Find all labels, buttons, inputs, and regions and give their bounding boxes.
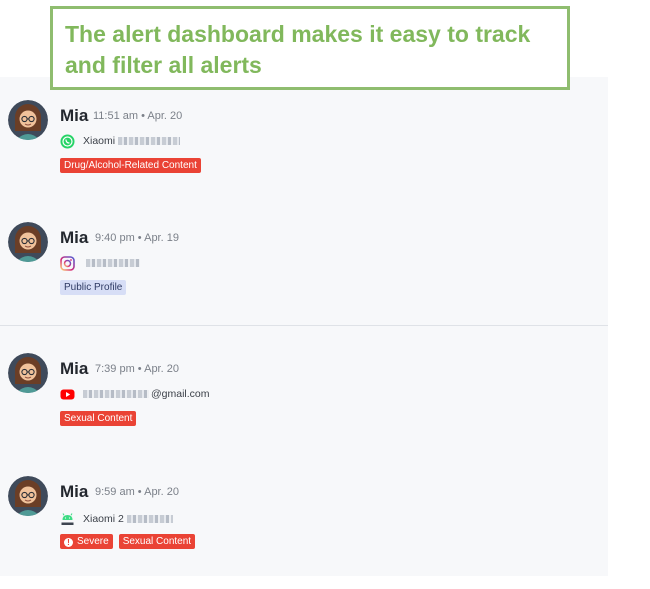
avatar	[8, 222, 48, 262]
tag-list: Drug/Alcohol-Related Content	[60, 158, 201, 173]
alert-timestamp: 7:39 pm • Apr. 20	[95, 363, 179, 375]
profile-tag[interactable]: Public Profile	[60, 280, 127, 295]
source-text: Xiaomi 2	[83, 513, 124, 525]
alert-source: Xiaomi	[60, 133, 181, 149]
user-name: Mia	[60, 482, 89, 501]
callout-box: The alert dashboard makes it easy to tra…	[50, 6, 570, 90]
source-text: @gmail.com	[151, 388, 210, 400]
user-name: Mia	[60, 359, 89, 378]
avatar	[8, 100, 48, 140]
user-name: Mia	[60, 228, 89, 247]
category-tag[interactable]: Sexual Content	[118, 534, 196, 549]
redacted-text	[86, 259, 140, 267]
avatar	[8, 353, 48, 393]
category-tag[interactable]: Sexual Content	[60, 411, 137, 426]
alert-source: Xiaomi 2	[60, 511, 173, 527]
alert-timestamp: 9:40 pm • Apr. 19	[95, 232, 179, 244]
android-icon	[60, 512, 75, 527]
alert-item[interactable]: Mia 9:59 am • Apr. 20 Xiaomi 2 ! Severe S…	[8, 476, 608, 566]
user-name: Mia	[60, 106, 89, 125]
tag-list: Sexual Content	[60, 411, 137, 426]
alert-item[interactable]: Mia 7:39 pm • Apr. 20 @gmail.com Sexual …	[8, 353, 608, 443]
redacted-text	[126, 515, 173, 523]
alert-item[interactable]: Mia 9:40 pm • Apr. 19 Public Profile	[8, 222, 608, 312]
severity-tag[interactable]: ! Severe	[60, 534, 113, 549]
alert-source: @gmail.com	[60, 386, 210, 402]
instagram-icon	[60, 255, 75, 271]
youtube-icon	[60, 387, 75, 402]
source-text: Xiaomi	[83, 135, 116, 147]
redacted-text	[118, 137, 181, 145]
category-tag[interactable]: Drug/Alcohol-Related Content	[60, 158, 201, 173]
callout-text: The alert dashboard makes it easy to tra…	[65, 21, 531, 78]
alert-timestamp: 11:51 am • Apr. 20	[93, 110, 183, 122]
avatar	[8, 476, 48, 516]
tag-list: ! Severe Sexual Content	[60, 534, 196, 549]
alert-circle-icon: !	[64, 538, 73, 547]
alert-item[interactable]: Mia 11:51 am • Apr. 20 Xiaomi Drug/Alcoh…	[8, 100, 608, 190]
tag-list: Public Profile	[60, 280, 127, 295]
alert-source	[60, 255, 140, 271]
whatsapp-icon	[60, 134, 75, 149]
section-divider	[0, 325, 608, 326]
severity-label: Severe	[77, 536, 109, 547]
redacted-text	[83, 390, 149, 398]
alert-timestamp: 9:59 am • Apr. 20	[95, 486, 179, 498]
